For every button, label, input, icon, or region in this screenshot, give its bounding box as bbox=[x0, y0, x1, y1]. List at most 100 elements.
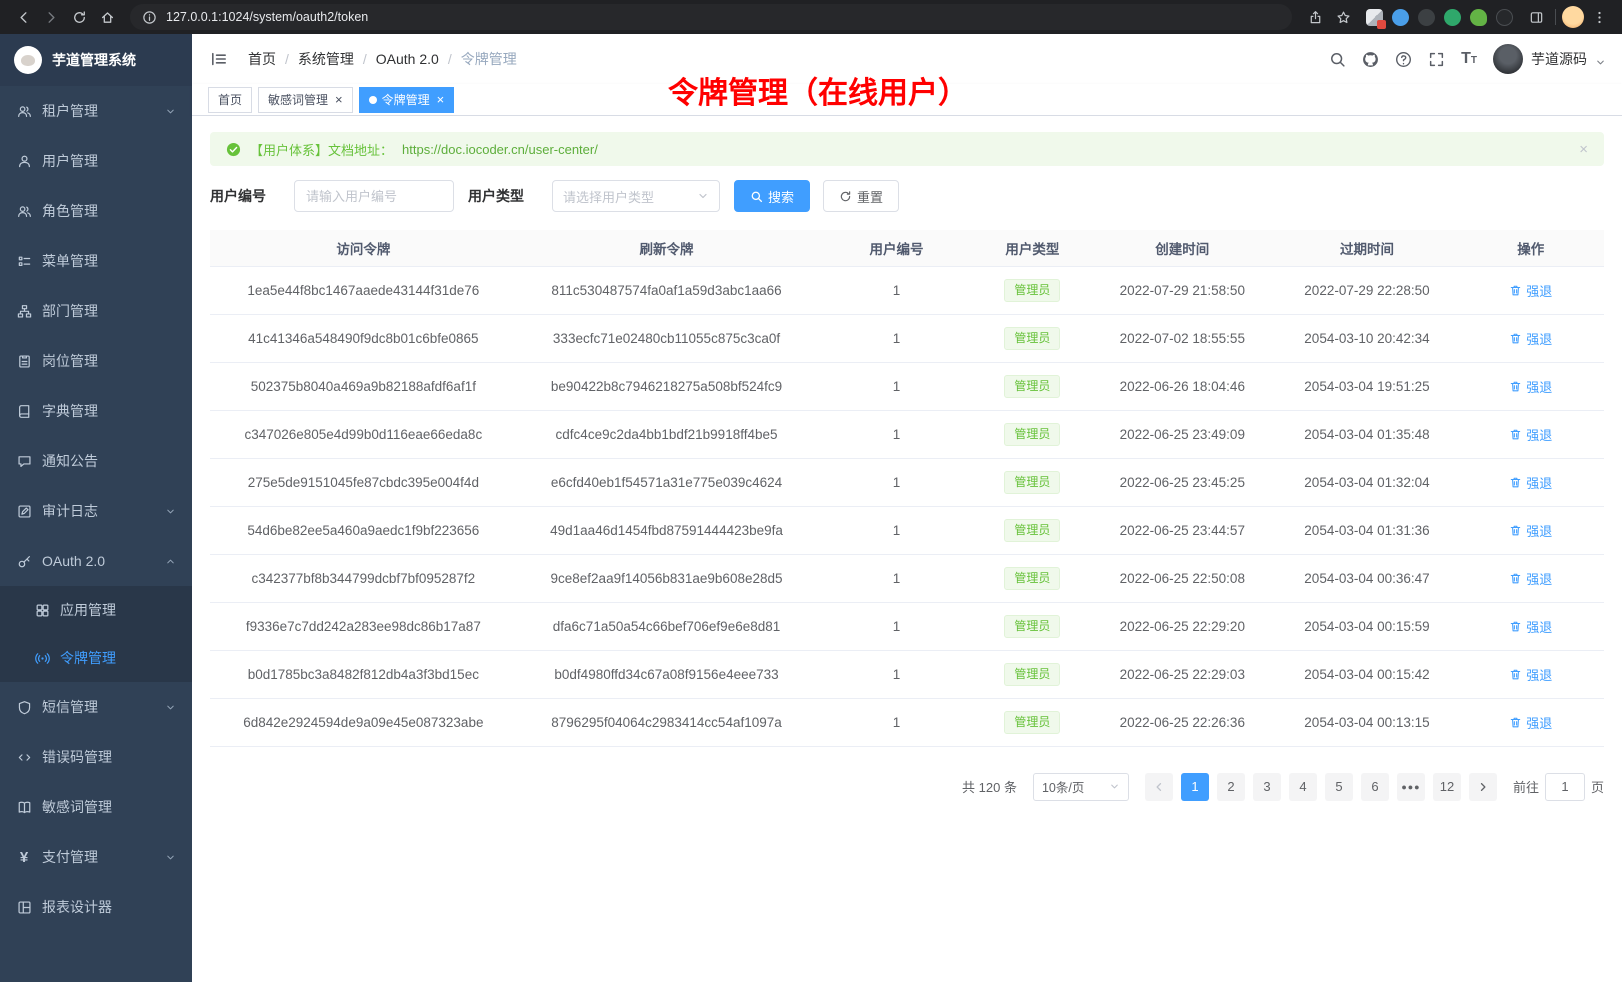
created-time-cell: 2022-06-25 23:49:09 bbox=[1088, 410, 1276, 458]
created-time-cell: 2022-06-25 23:44:57 bbox=[1088, 506, 1276, 554]
browser-menu-icon[interactable] bbox=[1586, 4, 1612, 30]
force-logout-button[interactable]: 强退 bbox=[1509, 473, 1552, 492]
sidebar-item-oauth2[interactable]: OAuth 2.0 bbox=[0, 536, 192, 586]
tab-sensitive-word[interactable]: 敏感词管理× bbox=[258, 87, 353, 113]
column-header: 创建时间 bbox=[1088, 230, 1276, 266]
extensions-cluster bbox=[1366, 9, 1513, 26]
sidebar-item-sms[interactable]: 短信管理 bbox=[0, 682, 192, 732]
page-button-2[interactable]: 2 bbox=[1217, 773, 1245, 801]
column-header: 过期时间 bbox=[1276, 230, 1457, 266]
chevron-down-icon bbox=[165, 702, 176, 713]
refresh-token-cell: b0df4980ffd34c67a08f9156e4eee733 bbox=[517, 650, 817, 698]
user-avatar bbox=[1493, 44, 1523, 74]
next-page-button[interactable] bbox=[1469, 773, 1497, 801]
breadcrumb-item[interactable]: 首页 bbox=[248, 49, 276, 69]
breadcrumb-item[interactable]: 系统管理 bbox=[298, 49, 354, 69]
app-logo[interactable]: 芋道管理系统 bbox=[0, 34, 192, 86]
extension-puzzle-icon[interactable] bbox=[1470, 9, 1487, 26]
force-logout-button[interactable]: 强退 bbox=[1509, 281, 1552, 300]
trash-icon bbox=[1509, 524, 1522, 537]
extension-icon-6[interactable] bbox=[1496, 9, 1513, 26]
force-logout-button[interactable]: 强退 bbox=[1509, 569, 1552, 588]
sidebar-item-pay[interactable]: ¥支付管理 bbox=[0, 832, 192, 882]
sidebar-item-report-designer[interactable]: 报表设计器 bbox=[0, 882, 192, 932]
breadcrumb-separator: / bbox=[363, 51, 367, 67]
sidebar-item-user[interactable]: 用户管理 bbox=[0, 136, 192, 186]
tab-close-icon[interactable]: × bbox=[335, 93, 343, 106]
sidebar-item-error-code[interactable]: 错误码管理 bbox=[0, 732, 192, 782]
force-logout-button[interactable]: 强退 bbox=[1509, 665, 1552, 684]
collapse-sidebar-icon[interactable] bbox=[208, 48, 230, 70]
user-id-input[interactable] bbox=[294, 180, 454, 212]
sidebar-item-sensitive-word[interactable]: 敏感词管理 bbox=[0, 782, 192, 832]
extension-icon-2[interactable] bbox=[1392, 9, 1409, 26]
sidebar-item-dict[interactable]: 字典管理 bbox=[0, 386, 192, 436]
force-logout-button[interactable]: 强退 bbox=[1509, 425, 1552, 444]
site-info-icon[interactable] bbox=[140, 8, 158, 26]
address-bar[interactable]: 127.0.0.1:1024/system/oauth2/token bbox=[130, 4, 1292, 30]
page-size-select[interactable]: 10条/页 bbox=[1033, 773, 1129, 801]
sidebar-subitem-oauth2-token[interactable]: 令牌管理 bbox=[0, 634, 192, 682]
alert-close-icon[interactable]: × bbox=[1579, 141, 1588, 158]
table-row: 1ea5e44f8bc1467aaede43144f31de76811c5304… bbox=[210, 266, 1604, 314]
home-icon[interactable] bbox=[94, 4, 120, 30]
doc-alert: 【用户体系】文档地址： https://doc.iocoder.cn/user-… bbox=[210, 132, 1604, 166]
more-pages-button[interactable]: ●●● bbox=[1397, 773, 1425, 801]
report-icon bbox=[16, 899, 32, 915]
table-row: 502375b8040a469a9b82188afdf6af1fbe90422b… bbox=[210, 362, 1604, 410]
page-button-5[interactable]: 5 bbox=[1325, 773, 1353, 801]
force-logout-button[interactable]: 强退 bbox=[1509, 521, 1552, 540]
user-type-select[interactable]: 请选择用户类型 bbox=[552, 180, 720, 212]
active-tab-dot bbox=[369, 96, 377, 104]
forward-icon[interactable] bbox=[38, 4, 64, 30]
force-logout-button[interactable]: 强退 bbox=[1509, 617, 1552, 636]
tab-token[interactable]: 令牌管理× bbox=[359, 87, 455, 113]
sidebar-subitem-oauth2-app[interactable]: 应用管理 bbox=[0, 586, 192, 634]
extension-icon-1[interactable] bbox=[1366, 9, 1383, 26]
alert-text: 【用户体系】文档地址： bbox=[250, 140, 393, 159]
reload-icon[interactable] bbox=[66, 4, 92, 30]
fullscreen-icon[interactable] bbox=[1428, 51, 1445, 68]
bookmark-star-icon[interactable] bbox=[1330, 4, 1356, 30]
sidebar-item-role[interactable]: 角色管理 bbox=[0, 186, 192, 236]
search-button[interactable]: 搜索 bbox=[734, 180, 810, 212]
page-button-12[interactable]: 12 bbox=[1433, 773, 1461, 801]
page-button-1[interactable]: 1 bbox=[1181, 773, 1209, 801]
font-size-icon[interactable]: TT bbox=[1461, 51, 1477, 67]
tab-close-icon[interactable]: × bbox=[437, 93, 445, 106]
goto-page-input[interactable] bbox=[1545, 773, 1585, 801]
github-icon[interactable] bbox=[1362, 51, 1379, 68]
back-icon[interactable] bbox=[10, 4, 36, 30]
reset-button[interactable]: 重置 bbox=[823, 180, 899, 212]
sidebar-item-menu[interactable]: 菜单管理 bbox=[0, 236, 192, 286]
chevron-up-icon bbox=[165, 556, 176, 567]
sidebar-item-notice[interactable]: 通知公告 bbox=[0, 436, 192, 486]
search-icon[interactable] bbox=[1329, 51, 1346, 68]
share-icon[interactable] bbox=[1302, 4, 1328, 30]
breadcrumb-item[interactable]: OAuth 2.0 bbox=[376, 51, 439, 67]
expire-time-cell: 2054-03-04 01:35:48 bbox=[1276, 410, 1457, 458]
extension-icon-3[interactable] bbox=[1418, 9, 1435, 26]
sidebar-item-post[interactable]: 岗位管理 bbox=[0, 336, 192, 386]
tab-home[interactable]: 首页 bbox=[208, 87, 252, 113]
page-button-4[interactable]: 4 bbox=[1289, 773, 1317, 801]
refresh-token-cell: 333ecfc71e02480cb11055c875c3ca0f bbox=[517, 314, 817, 362]
help-icon[interactable] bbox=[1395, 51, 1412, 68]
access-token-cell: c347026e805e4d99b0d116eae66eda8c bbox=[210, 410, 517, 458]
side-panel-icon[interactable] bbox=[1523, 4, 1549, 30]
page-button-6[interactable]: 6 bbox=[1361, 773, 1389, 801]
expire-time-cell: 2054-03-04 19:51:25 bbox=[1276, 362, 1457, 410]
sidebar-item-audit-log[interactable]: 审计日志 bbox=[0, 486, 192, 536]
prev-page-button[interactable] bbox=[1145, 773, 1173, 801]
user-menu[interactable]: 芋道源码 bbox=[1493, 44, 1606, 74]
browser-profile-avatar[interactable] bbox=[1562, 6, 1584, 28]
force-logout-button[interactable]: 强退 bbox=[1509, 377, 1552, 396]
sidebar-item-tenant[interactable]: 租户管理 bbox=[0, 86, 192, 136]
doc-link[interactable]: https://doc.iocoder.cn/user-center/ bbox=[402, 142, 598, 157]
force-logout-button[interactable]: 强退 bbox=[1509, 329, 1552, 348]
sidebar-item-dept[interactable]: 部门管理 bbox=[0, 286, 192, 336]
force-logout-button[interactable]: 强退 bbox=[1509, 713, 1552, 732]
page-button-3[interactable]: 3 bbox=[1253, 773, 1281, 801]
extension-icon-4[interactable] bbox=[1444, 9, 1461, 26]
toolbar-divider bbox=[1555, 9, 1556, 25]
